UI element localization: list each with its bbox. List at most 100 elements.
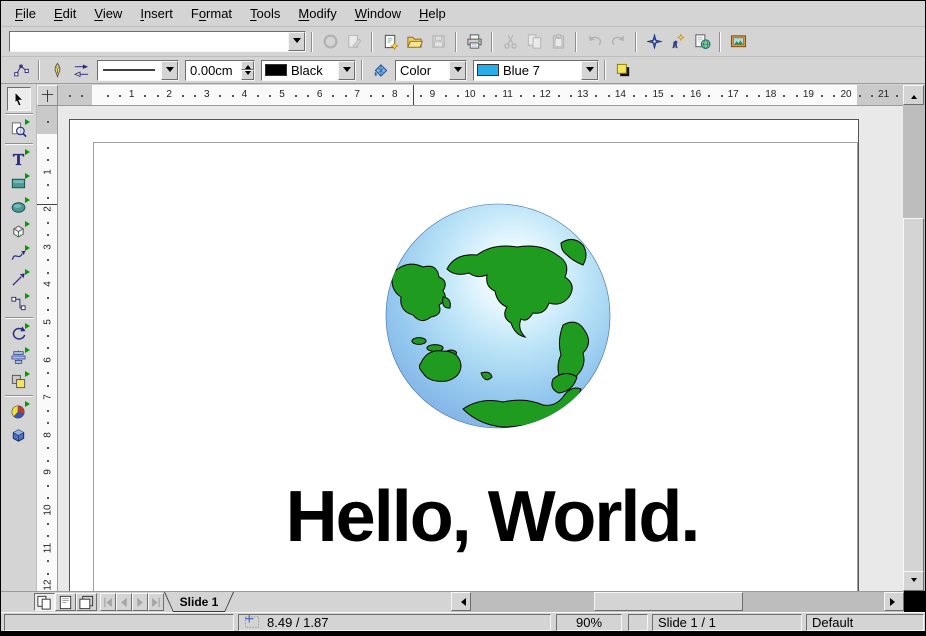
navigator-button[interactable]: [642, 30, 666, 54]
line-width-input[interactable]: [186, 61, 241, 80]
horizontal-scrollbar[interactable]: [451, 592, 904, 612]
ellipse-tool-button[interactable]: [7, 195, 31, 219]
flyout-indicator-icon: [25, 119, 30, 125]
vertical-scrollbar[interactable]: [903, 85, 925, 591]
ruler-number: 9: [430, 89, 436, 100]
effects-tool-button[interactable]: [7, 423, 31, 447]
connector-tool-button[interactable]: [7, 291, 31, 315]
shadow-button[interactable]: [611, 58, 635, 82]
vertical-scrollbar-thumb[interactable]: [903, 218, 924, 572]
stop-button[interactable]: [318, 30, 342, 54]
lines-arrows-tool-button[interactable]: [7, 267, 31, 291]
toolbar-separator: [5, 395, 33, 397]
status-slide-panel[interactable]: Slide 1 / 1: [652, 614, 802, 631]
ruler-number: 6: [42, 349, 54, 370]
scroll-left-button[interactable]: [451, 592, 471, 611]
open-button[interactable]: [402, 30, 426, 54]
line-width-spinner[interactable]: [185, 60, 255, 81]
paste-button[interactable]: [546, 30, 570, 54]
ruler-number: 2: [42, 199, 54, 220]
text-tool-button[interactable]: [7, 147, 31, 171]
ruler-number: 21: [878, 89, 889, 100]
alignment-tool-button[interactable]: [7, 345, 31, 369]
menu-view[interactable]: View: [85, 3, 131, 24]
copy-button[interactable]: [522, 30, 546, 54]
slide-heading[interactable]: Hello, World.: [192, 481, 792, 553]
hyperlink-button[interactable]: [690, 30, 714, 54]
fill-style-select[interactable]: Color: [395, 60, 467, 81]
slide-view-button[interactable]: [34, 593, 55, 611]
drawing-canvas[interactable]: Hello, World.: [58, 106, 905, 591]
line-width-increase-button[interactable]: [241, 61, 254, 71]
line-button[interactable]: [45, 58, 69, 82]
horizontal-scrollbar-thumb[interactable]: [594, 592, 743, 611]
menu-edit[interactable]: Edit: [45, 3, 85, 24]
cut-button[interactable]: [498, 30, 522, 54]
ruler-number: 12: [540, 89, 551, 100]
redo-button[interactable]: [606, 30, 630, 54]
select-tool-button[interactable]: [7, 87, 31, 111]
status-page-style-panel[interactable]: Default: [806, 614, 924, 631]
undo-button[interactable]: [582, 30, 606, 54]
menu-tools[interactable]: Tools: [241, 3, 289, 24]
line-style-dropdown-button[interactable]: [161, 61, 178, 80]
arrange-tool-button[interactable]: [7, 369, 31, 393]
rotate-tool-button[interactable]: [7, 321, 31, 345]
ruler-number: 3: [42, 236, 54, 257]
save-button[interactable]: [426, 30, 450, 54]
chevron-down-icon: [586, 67, 594, 76]
status-position-panel[interactable]: 8.49 / 1.87: [238, 614, 551, 631]
url-dropdown-button[interactable]: [288, 32, 305, 51]
url-combobox[interactable]: [9, 31, 306, 52]
line-color-select[interactable]: Black: [261, 60, 356, 81]
menu-modify[interactable]: Modify: [289, 3, 345, 24]
fill-color-dropdown-button[interactable]: [581, 61, 598, 80]
zoom-tool-button[interactable]: [7, 117, 31, 141]
rectangle-tool-button[interactable]: [7, 171, 31, 195]
curve-tool-button[interactable]: [7, 243, 31, 267]
arrow-ends-icon: [73, 62, 90, 79]
tab-bar: Slide 1: [1, 591, 925, 612]
ruler-number: 16: [690, 89, 701, 100]
status-zoom-panel[interactable]: 90%: [556, 614, 622, 631]
gallery-button[interactable]: [726, 30, 750, 54]
ruler-number: 4: [42, 274, 54, 295]
last-slide-button[interactable]: [148, 593, 164, 611]
flyout-indicator-icon: [25, 323, 30, 329]
area-button[interactable]: [368, 58, 392, 82]
arrow-style-button[interactable]: [69, 58, 93, 82]
ruler-number: 7: [354, 89, 360, 100]
globe-image[interactable]: [385, 203, 611, 429]
menu-window[interactable]: Window: [346, 3, 410, 24]
chevron-down-icon: [293, 38, 301, 47]
menu-file[interactable]: File: [6, 3, 45, 24]
scroll-right-button[interactable]: [884, 592, 904, 611]
url-input[interactable]: [10, 32, 288, 51]
flyout-indicator-icon: [25, 245, 30, 251]
master-view-button[interactable]: [55, 593, 76, 611]
line-width-decrease-button[interactable]: [241, 70, 254, 80]
vertical-ruler: 123456789101112: [37, 106, 58, 591]
scroll-down-button[interactable]: [903, 571, 924, 591]
previous-slide-button[interactable]: [116, 593, 132, 611]
scroll-up-button[interactable]: [903, 85, 924, 105]
menu-help[interactable]: Help: [410, 3, 455, 24]
insert-tool-button[interactable]: [7, 399, 31, 423]
3d-object-tool-button[interactable]: [7, 219, 31, 243]
menu-insert[interactable]: Insert: [131, 3, 182, 24]
edit-file-button[interactable]: [342, 30, 366, 54]
line-color-dropdown-button[interactable]: [338, 61, 355, 80]
fill-color-select[interactable]: Blue 7: [473, 60, 599, 81]
ruler-origin-box[interactable]: [37, 85, 58, 106]
next-slide-button[interactable]: [132, 593, 148, 611]
fill-style-dropdown-button[interactable]: [449, 61, 466, 80]
menu-format[interactable]: Format: [182, 3, 241, 24]
edit-points-button[interactable]: [9, 58, 33, 82]
stylist-button[interactable]: [666, 30, 690, 54]
new-button[interactable]: [378, 30, 402, 54]
first-slide-button[interactable]: [100, 593, 116, 611]
line-style-select[interactable]: [97, 60, 179, 81]
slide-tab[interactable]: Slide 1: [164, 592, 234, 612]
layer-view-button[interactable]: [76, 593, 97, 611]
print-button[interactable]: [462, 30, 486, 54]
